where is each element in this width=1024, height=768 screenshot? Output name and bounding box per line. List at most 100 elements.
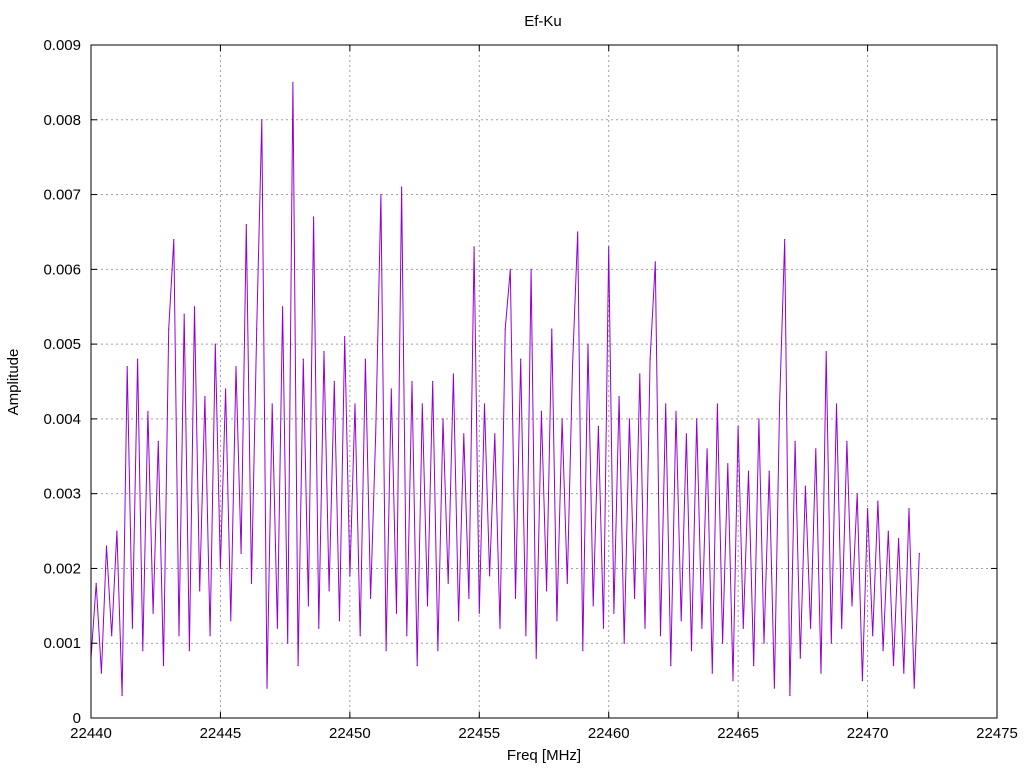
data-point bbox=[489, 575, 491, 577]
data-point bbox=[266, 687, 268, 689]
data-point bbox=[235, 365, 237, 368]
data-point bbox=[126, 365, 128, 368]
data-point bbox=[359, 635, 361, 637]
data-point bbox=[509, 268, 511, 270]
data-point bbox=[690, 650, 693, 652]
y-tick-label: 0.003 bbox=[43, 486, 81, 503]
data-point bbox=[794, 440, 796, 442]
data-point bbox=[866, 508, 869, 510]
data-point bbox=[271, 403, 273, 405]
chart-title: Ef-Ku bbox=[524, 13, 562, 30]
data-point bbox=[851, 605, 853, 607]
data-point bbox=[157, 440, 159, 442]
data-point bbox=[602, 627, 605, 629]
data-point bbox=[711, 672, 713, 674]
data-point bbox=[240, 552, 242, 555]
y-tick-label: 0.007 bbox=[43, 187, 81, 204]
data-point bbox=[204, 395, 206, 398]
data-point bbox=[344, 336, 346, 338]
data-point bbox=[644, 627, 646, 629]
data-point bbox=[188, 650, 190, 652]
data-point bbox=[784, 238, 786, 241]
data-point bbox=[100, 672, 102, 674]
data-point bbox=[747, 470, 750, 472]
data-point bbox=[333, 380, 335, 383]
data-point bbox=[654, 261, 656, 263]
data-point bbox=[670, 665, 672, 667]
data-point bbox=[742, 627, 744, 629]
data-point bbox=[421, 403, 423, 405]
data-point bbox=[856, 493, 858, 495]
data-point bbox=[131, 627, 134, 629]
data-point bbox=[426, 605, 429, 607]
data-point bbox=[861, 680, 863, 682]
data-point bbox=[701, 627, 703, 629]
data-point bbox=[162, 665, 165, 667]
data-point bbox=[820, 672, 822, 674]
data-point bbox=[706, 448, 708, 450]
data-point bbox=[318, 627, 320, 629]
data-point bbox=[908, 508, 910, 510]
data-point bbox=[406, 635, 408, 637]
data-point bbox=[903, 672, 905, 674]
data-point bbox=[375, 433, 377, 435]
data-point bbox=[561, 418, 563, 420]
data-point bbox=[680, 620, 682, 622]
data-point bbox=[634, 597, 636, 599]
data-point bbox=[613, 612, 615, 614]
data-point bbox=[577, 231, 579, 233]
data-point bbox=[665, 403, 667, 405]
data-point bbox=[437, 650, 439, 652]
data-point bbox=[566, 582, 568, 585]
data-point bbox=[152, 612, 154, 614]
data-point bbox=[395, 612, 398, 614]
data-point bbox=[447, 582, 449, 585]
data-point bbox=[892, 665, 895, 667]
x-axis-ticks: 22440 22445 22450 22455 22460 22465 22470 22475 bbox=[70, 45, 1018, 742]
x-axis-label: Freq [MHz] bbox=[507, 747, 581, 764]
data-point bbox=[514, 597, 517, 599]
data-point bbox=[457, 620, 460, 622]
data-point bbox=[545, 590, 548, 592]
data-point bbox=[116, 530, 118, 532]
data-point bbox=[292, 81, 294, 83]
data-point bbox=[494, 433, 496, 435]
data-point bbox=[168, 328, 170, 330]
data-point bbox=[354, 403, 356, 405]
data-point bbox=[416, 665, 418, 667]
data-point bbox=[737, 425, 739, 427]
data-point bbox=[649, 358, 651, 360]
data-point bbox=[111, 635, 113, 637]
data-point bbox=[250, 582, 253, 585]
data-point bbox=[473, 246, 475, 248]
data-point bbox=[297, 665, 299, 667]
data-point bbox=[815, 448, 817, 450]
data-point bbox=[582, 650, 584, 652]
data-point bbox=[504, 328, 506, 330]
x-tick-label: 22450 bbox=[329, 725, 371, 742]
data-point bbox=[209, 635, 211, 637]
data-point bbox=[432, 380, 434, 383]
data-point bbox=[825, 350, 827, 353]
data-point bbox=[442, 418, 444, 420]
data-point bbox=[302, 358, 304, 360]
data-point bbox=[592, 605, 594, 607]
data-point bbox=[639, 373, 641, 375]
data-point bbox=[142, 650, 144, 652]
data-point bbox=[401, 186, 403, 188]
y-axis-label: Amplitude bbox=[5, 349, 22, 416]
data-point bbox=[898, 537, 900, 540]
data-point bbox=[540, 410, 543, 413]
data-point bbox=[608, 246, 610, 248]
x-tick-label: 22470 bbox=[847, 725, 889, 742]
data-point bbox=[887, 530, 889, 532]
data-point bbox=[789, 694, 791, 697]
data-point bbox=[468, 597, 470, 599]
data-point bbox=[147, 410, 149, 413]
data-point bbox=[716, 403, 719, 405]
y-tick-label: 0.001 bbox=[43, 635, 81, 652]
y-tick-label: 0.008 bbox=[43, 112, 81, 129]
data-point bbox=[618, 395, 620, 398]
data-point bbox=[349, 575, 351, 577]
data-point bbox=[323, 350, 325, 353]
